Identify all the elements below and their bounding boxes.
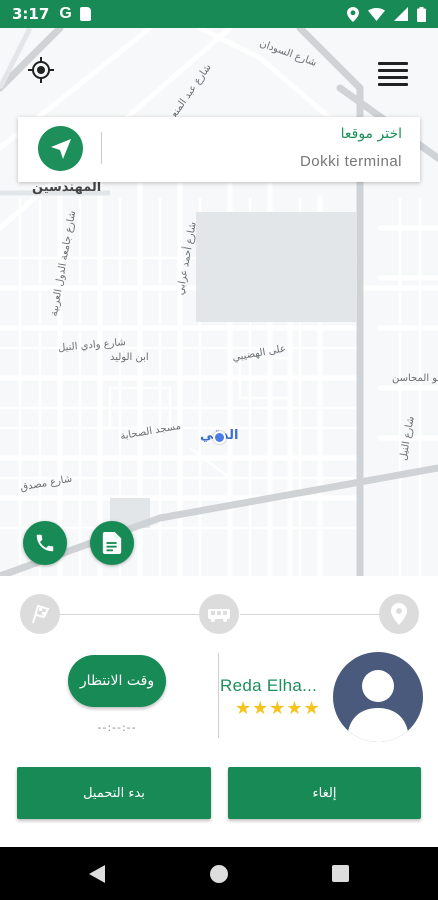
- finish-flag-icon: [32, 604, 50, 624]
- driver-name: Reda Elha...: [220, 676, 318, 695]
- divider: [101, 132, 102, 164]
- navigation-arrow-icon: [50, 138, 71, 159]
- driver-rating-stars: ★★★★★: [235, 698, 321, 719]
- step-pickup: [379, 594, 419, 634]
- google-icon: G: [59, 5, 72, 22]
- menu-button[interactable]: [378, 58, 408, 86]
- start-loading-button[interactable]: بدء التحميل: [17, 767, 211, 819]
- selected-location[interactable]: Dokki terminal: [300, 153, 402, 170]
- battery-icon: [417, 6, 426, 22]
- step-vehicle: [199, 594, 239, 634]
- pin-icon: [391, 603, 407, 625]
- status-time: 3:17: [12, 5, 50, 23]
- step-finish: [20, 594, 60, 634]
- map-streets: [0, 28, 438, 576]
- current-location-dot: [213, 431, 226, 444]
- driver-avatar: [333, 652, 423, 742]
- menu-icon: [378, 62, 408, 65]
- waiting-time-button[interactable]: وقت الانتظار: [68, 655, 166, 707]
- document-icon: [102, 532, 122, 554]
- phone-icon: [36, 534, 54, 552]
- cancel-button[interactable]: إلغاء: [228, 767, 421, 819]
- status-bar: 3:17 G: [0, 0, 438, 28]
- map-view[interactable]: المهندسين شارع عبد المنعم شارع السودان ش…: [0, 28, 438, 576]
- my-location-icon[interactable]: [27, 56, 55, 84]
- divider: [218, 653, 219, 738]
- sd-card-icon: [79, 7, 91, 21]
- documents-button[interactable]: [90, 521, 134, 565]
- destination-card[interactable]: اختر موقعا Dokki terminal: [18, 117, 420, 182]
- location-icon: [347, 6, 359, 22]
- choose-location-title: اختر موقعا: [340, 126, 402, 142]
- back-icon[interactable]: [88, 864, 106, 884]
- wifi-icon: [368, 7, 385, 21]
- car-icon: [208, 609, 230, 622]
- system-navigation-bar: [0, 847, 438, 900]
- map-label: أبو المحاسن: [392, 373, 438, 384]
- map-label: المهندسين: [32, 180, 102, 195]
- user-icon: [333, 652, 423, 742]
- recents-icon[interactable]: [332, 865, 349, 882]
- signal-icon: [394, 7, 408, 21]
- trip-progress: [0, 594, 438, 638]
- navigate-button[interactable]: [38, 126, 83, 171]
- home-icon[interactable]: [209, 864, 229, 884]
- call-button[interactable]: [23, 521, 67, 565]
- map-label: ابن الوليد: [110, 352, 149, 363]
- waiting-time-value: --:--:--: [97, 721, 137, 734]
